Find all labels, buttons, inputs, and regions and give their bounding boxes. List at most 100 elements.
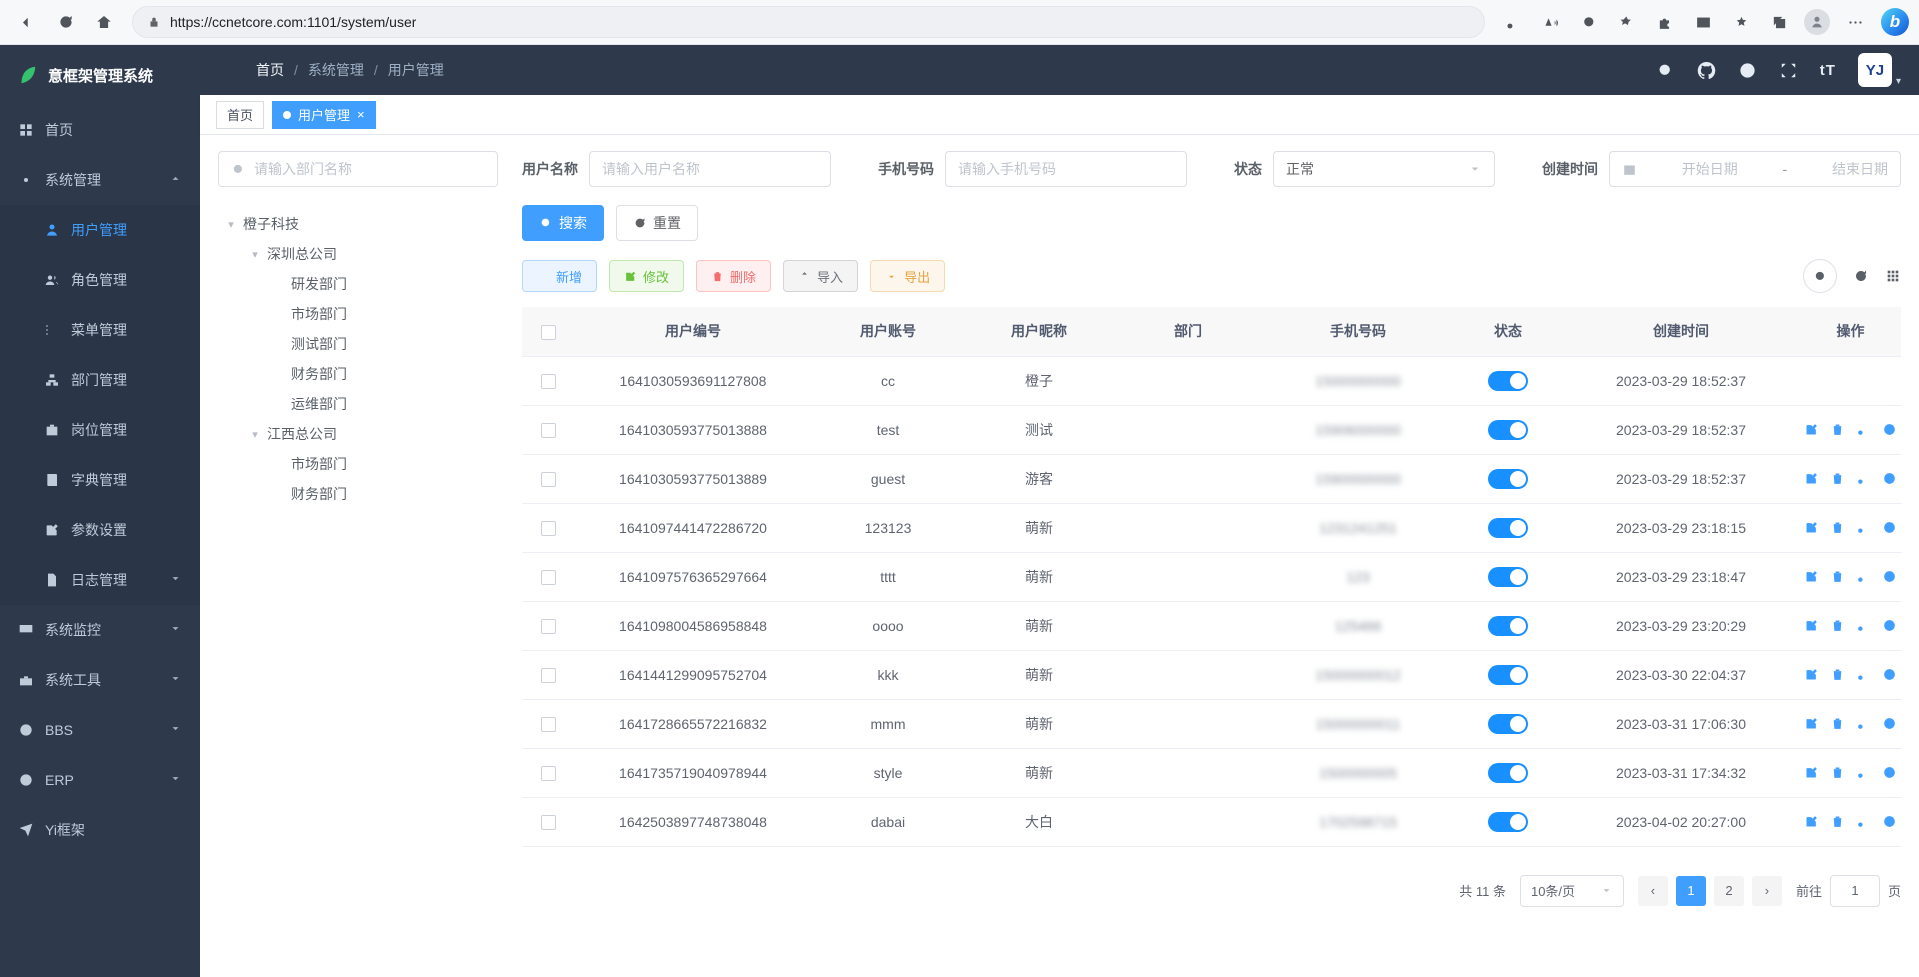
sidebar-item-dict[interactable]: 字典管理 (0, 455, 200, 505)
assign-role-button[interactable] (1882, 520, 1897, 535)
assign-role-button[interactable] (1882, 765, 1897, 780)
browser-zoom-out-button[interactable] (1571, 5, 1607, 39)
address-bar[interactable]: https://ccnetcore.com:1101/system/user (132, 6, 1485, 38)
row-checkbox[interactable] (541, 815, 556, 830)
delete-row-button[interactable] (1830, 422, 1845, 437)
navbar-github-button[interactable] (1697, 61, 1716, 80)
edit-row-button[interactable] (1804, 765, 1819, 780)
goto-page-input[interactable] (1830, 875, 1880, 907)
reset-password-button[interactable] (1856, 618, 1871, 633)
tree-node[interactable]: 测试部门 (218, 329, 498, 359)
sidebar-item-log[interactable]: 日志管理 (0, 555, 200, 605)
row-checkbox[interactable] (541, 717, 556, 732)
sidebar-item-system[interactable]: 系统管理 (0, 155, 200, 205)
tab-home[interactable]: 首页 (216, 101, 264, 129)
breadcrumb-item[interactable]: 用户管理 (388, 60, 444, 80)
edit-row-button[interactable] (1804, 471, 1819, 486)
browser-collections-button[interactable] (1761, 5, 1797, 39)
delete-row-button[interactable] (1830, 569, 1845, 584)
export-button[interactable]: 导出 (870, 260, 945, 292)
delete-row-button[interactable] (1830, 814, 1845, 829)
hamburger-icon[interactable] (218, 60, 238, 80)
status-toggle[interactable] (1488, 469, 1528, 489)
reset-password-button[interactable] (1856, 520, 1871, 535)
prev-page-button[interactable]: ‹ (1638, 876, 1668, 906)
status-select[interactable]: 正常 (1273, 151, 1495, 187)
tree-node[interactable]: ▾ 橙子科技 (218, 209, 498, 239)
add-button[interactable]: 新增 (522, 260, 597, 292)
page-button-2[interactable]: 2 (1714, 876, 1744, 906)
select-all-checkbox[interactable] (541, 325, 556, 340)
status-toggle[interactable] (1488, 518, 1528, 538)
reset-password-button[interactable] (1856, 814, 1871, 829)
navbar-question-button[interactable] (1738, 61, 1757, 80)
status-toggle[interactable] (1488, 714, 1528, 734)
page-size-select[interactable]: 10条/页 (1520, 875, 1624, 907)
date-range-picker[interactable]: 开始日期 - 结束日期 (1609, 151, 1901, 187)
sidebar-item-config[interactable]: 参数设置 (0, 505, 200, 555)
delete-row-button[interactable] (1830, 765, 1845, 780)
browser-read-aloud-button[interactable] (1533, 5, 1569, 39)
browser-key-button[interactable] (1495, 5, 1531, 39)
sidebar-item-monitor[interactable]: 系统监控 (0, 605, 200, 655)
user-avatar[interactable]: YJ ▾ (1858, 53, 1901, 87)
edit-row-button[interactable] (1804, 716, 1819, 731)
edit-row-button[interactable] (1804, 667, 1819, 682)
font-size-button[interactable]: tT (1820, 62, 1836, 79)
row-checkbox[interactable] (541, 766, 556, 781)
refresh-table-button[interactable] (1853, 268, 1869, 284)
tree-node[interactable]: 市场部门 (218, 449, 498, 479)
modify-button[interactable]: 修改 (609, 260, 684, 292)
assign-role-button[interactable] (1882, 814, 1897, 829)
reset-password-button[interactable] (1856, 422, 1871, 437)
sidebar-item-user[interactable]: 用户管理 (0, 205, 200, 255)
status-toggle[interactable] (1488, 420, 1528, 440)
row-checkbox[interactable] (541, 668, 556, 683)
reset-button[interactable]: 重置 (616, 205, 698, 241)
delete-row-button[interactable] (1830, 618, 1845, 633)
sidebar-item-menu[interactable]: 菜单管理 (0, 305, 200, 355)
close-tab-icon[interactable]: × (357, 108, 365, 121)
edit-row-button[interactable] (1804, 569, 1819, 584)
tree-node[interactable]: 研发部门 (218, 269, 498, 299)
assign-role-button[interactable] (1882, 667, 1897, 682)
toggle-search-button[interactable] (1803, 259, 1837, 293)
sidebar-item-erp[interactable]: ERP (0, 755, 200, 805)
row-checkbox[interactable] (541, 570, 556, 585)
dept-search-input[interactable] (218, 151, 498, 187)
reset-password-button[interactable] (1856, 765, 1871, 780)
edit-row-button[interactable] (1804, 618, 1819, 633)
sidebar-item-home[interactable]: 首页 (0, 105, 200, 155)
browser-extensions-button[interactable] (1647, 5, 1683, 39)
assign-role-button[interactable] (1882, 618, 1897, 633)
import-button[interactable]: 导入 (783, 260, 858, 292)
tree-expand-icon[interactable]: ▾ (224, 218, 238, 231)
delete-row-button[interactable] (1830, 716, 1845, 731)
sidebar-item-bbs[interactable]: BBS (0, 705, 200, 755)
delete-row-button[interactable] (1830, 471, 1845, 486)
tree-node[interactable]: 运维部门 (218, 389, 498, 419)
reset-password-button[interactable] (1856, 569, 1871, 584)
status-toggle[interactable] (1488, 567, 1528, 587)
tree-node[interactable]: 财务部门 (218, 479, 498, 509)
browser-split-screen-button[interactable] (1685, 5, 1721, 39)
row-checkbox[interactable] (541, 521, 556, 536)
delete-button[interactable]: 删除 (696, 260, 771, 292)
assign-role-button[interactable] (1882, 569, 1897, 584)
dept-search-field[interactable] (254, 161, 485, 177)
reset-password-button[interactable] (1856, 471, 1871, 486)
phone-field[interactable] (958, 161, 1174, 177)
tree-node[interactable]: 财务部门 (218, 359, 498, 389)
tree-node[interactable]: ▾ 深圳总公司 (218, 239, 498, 269)
delete-row-button[interactable] (1830, 520, 1845, 535)
reset-password-button[interactable] (1856, 667, 1871, 682)
tree-expand-icon[interactable]: ▾ (248, 428, 262, 441)
sidebar-item-role[interactable]: 角色管理 (0, 255, 200, 305)
edit-row-button[interactable] (1804, 814, 1819, 829)
browser-back-button[interactable] (10, 5, 46, 39)
navbar-fullscreen-button[interactable] (1779, 61, 1798, 80)
navbar-search-button[interactable] (1656, 61, 1675, 80)
row-checkbox[interactable] (541, 423, 556, 438)
tree-node[interactable]: 市场部门 (218, 299, 498, 329)
breadcrumb-item[interactable]: 系统管理 (308, 60, 364, 80)
